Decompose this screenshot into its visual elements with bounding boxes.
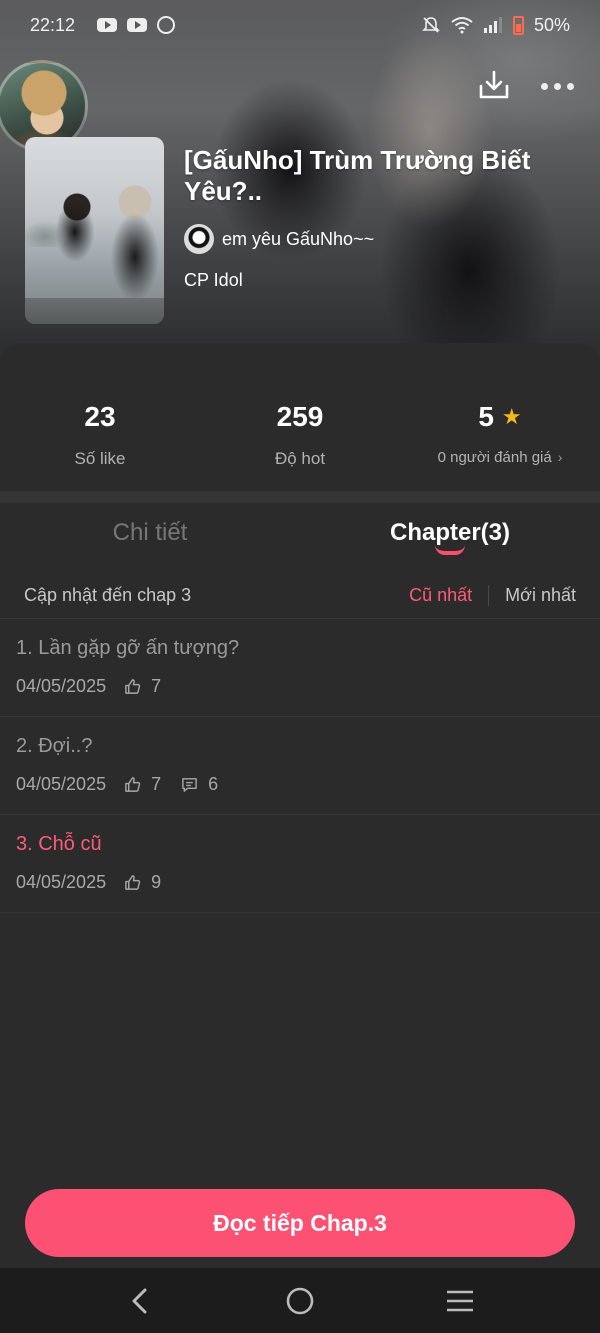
- tab-details[interactable]: Chi tiết: [0, 505, 300, 571]
- chapter-likes: 7: [151, 676, 162, 696]
- stat-hot: 259 Độ hot: [200, 363, 400, 488]
- hot-count: 259: [276, 401, 324, 432]
- wifi-icon: [451, 17, 473, 34]
- back-icon[interactable]: [120, 1281, 160, 1321]
- chapter-item-current[interactable]: 3. Chỗ cũ 04/05/2025 9: [0, 815, 600, 913]
- story-info: [GấuNho] Trùm Trường Biết Yêu?.. em yêu …: [184, 145, 564, 291]
- chapter-update-text: Cập nhật đến chap 3: [24, 585, 192, 605]
- sort-newest-button[interactable]: Mới nhất: [489, 585, 576, 606]
- star-icon: ★: [501, 404, 522, 429]
- messenger-icon: [157, 16, 176, 34]
- divider: [0, 491, 600, 503]
- like-icon: [125, 875, 141, 890]
- chapter-likes: 7: [151, 774, 162, 794]
- chapter-list: 1. Lần gặp gỡ ấn tượng? 04/05/2025 7 2. …: [0, 619, 600, 913]
- chapter-date: 04/05/2025: [16, 774, 107, 794]
- signal-icon: [483, 17, 502, 33]
- like-icon: [125, 777, 141, 792]
- battery-icon: [512, 15, 524, 35]
- chapter-comments: 6: [208, 774, 219, 794]
- stat-rating[interactable]: 5 ★ 0 người đánh giá ›: [400, 363, 600, 488]
- story-cover-image: [25, 137, 164, 324]
- chapter-item[interactable]: 1. Lần gặp gỡ ấn tượng? 04/05/2025 7: [0, 619, 600, 717]
- likes-count: 23: [84, 401, 116, 432]
- tab-chapters[interactable]: Chapter(3): [300, 505, 600, 571]
- rating-label: 0 người đánh giá ›: [437, 449, 563, 466]
- tab-bar: Chi tiết Chapter(3): [0, 505, 600, 571]
- footer: Đọc tiếp Chap.3: [0, 1180, 600, 1268]
- comment-icon: [182, 778, 197, 792]
- home-icon[interactable]: [280, 1281, 320, 1321]
- tab-active-indicator: [435, 545, 465, 555]
- android-nav-bar: [0, 1268, 600, 1333]
- more-icon[interactable]: [541, 81, 574, 90]
- author-row[interactable]: em yêu GấuNho~~: [184, 224, 564, 254]
- youtube-icon: [127, 18, 148, 32]
- content-sheet: 23 Số like 259 Độ hot 5 ★ 0 người đánh g…: [0, 343, 600, 1281]
- stats-row: 23 Số like 259 Độ hot 5 ★ 0 người đánh g…: [0, 363, 600, 488]
- story-title: [GấuNho] Trùm Trường Biết Yêu?..: [184, 145, 531, 206]
- chapter-item[interactable]: 2. Đợi..? 04/05/2025 7 6: [0, 717, 600, 815]
- mute-icon: [422, 17, 440, 33]
- status-time: 22:12: [30, 14, 76, 35]
- hot-label: Độ hot: [274, 449, 326, 468]
- author-avatar: [184, 224, 214, 254]
- story-category[interactable]: CP Idol: [184, 270, 564, 291]
- chapter-date: 04/05/2025: [16, 872, 107, 892]
- battery-percent: 50%: [533, 14, 570, 35]
- rating-value: 5: [478, 401, 494, 432]
- recents-menu-icon[interactable]: [440, 1281, 480, 1321]
- likes-label: Số like: [74, 449, 126, 468]
- chapter-date: 04/05/2025: [16, 676, 107, 696]
- stat-likes: 23 Số like: [0, 363, 200, 488]
- download-icon[interactable]: [477, 68, 511, 102]
- like-icon: [125, 679, 141, 694]
- sort-oldest-button[interactable]: Cũ nhất: [409, 585, 490, 606]
- chapter-title: 2. Đợi..?: [16, 735, 93, 757]
- youtube-icon: [97, 18, 118, 32]
- chapter-likes: 9: [151, 872, 162, 892]
- header-actions: [477, 68, 574, 102]
- chapter-title: 3. Chỗ cũ: [16, 833, 102, 855]
- chapter-list-header: Cập nhật đến chap 3 Cũ nhất Mới nhất: [0, 573, 600, 619]
- chapter-title: 1. Lần gặp gỡ ấn tượng?: [16, 637, 240, 659]
- author-name: em yêu GấuNho~~: [222, 228, 375, 249]
- status-bar: 22:12 50%: [0, 0, 600, 50]
- continue-reading-button[interactable]: Đọc tiếp Chap.3: [25, 1189, 575, 1257]
- chevron-right-icon: ›: [557, 449, 563, 465]
